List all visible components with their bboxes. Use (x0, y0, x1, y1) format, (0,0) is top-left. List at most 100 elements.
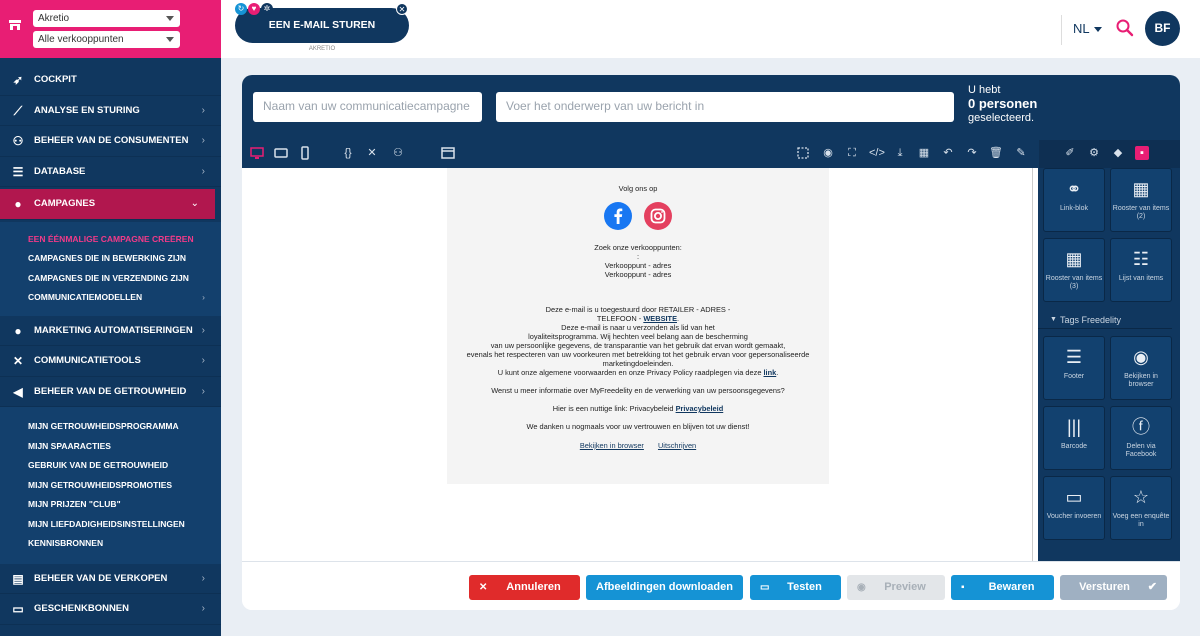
brush-icon[interactable]: ✐ (1063, 146, 1077, 160)
desktop-view-icon[interactable] (250, 146, 264, 160)
nav-marketing[interactable]: ● MARKETING AUTOMATISERINGEN › (0, 316, 221, 346)
eye-icon: ◉ (1133, 347, 1149, 367)
subject-input[interactable]: Voer het onderwerp van uw bericht in (496, 92, 954, 122)
submenu-item[interactable]: MIJN PRIJZEN "CLUB" (0, 495, 221, 515)
send-email-button[interactable]: EEN E-MAIL STUREN (235, 8, 409, 43)
store-select[interactable]: Akretio (33, 10, 180, 27)
link-icon: ⚭ (1066, 179, 1082, 199)
edit-icon[interactable]: ✎ (1014, 146, 1028, 160)
window-icon[interactable] (441, 146, 455, 160)
send-button[interactable]: Versturen ✔ (1060, 575, 1167, 600)
submenu-item[interactable]: COMMUNICATIEMODELLEN › (0, 288, 221, 308)
store-icon (8, 18, 22, 32)
nav-verkopen[interactable]: ▤ BEHEER VAN DE VERKOPEN › (0, 564, 221, 594)
sidebar: Akretio Alle verkooppunten ➶ COCKPIT ⟋ ANA… (0, 0, 221, 636)
block-view-browser[interactable]: ◉ Bekijken in browser (1110, 336, 1172, 400)
block-grid-3[interactable]: ▦ Rooster van items (3) (1043, 238, 1105, 302)
chevron-right-icon: › (201, 572, 205, 584)
tools-icon[interactable]: ✕ (365, 146, 379, 160)
clear-canvas-icon[interactable]: ▦ (917, 146, 931, 160)
block-voucher[interactable]: ▭ Voucher invoeren (1043, 476, 1105, 540)
block-survey[interactable]: ☆ Voeg een enquête in (1110, 476, 1172, 540)
unsubscribe-link[interactable]: Uitschrijven (658, 441, 696, 450)
block-link[interactable]: ⚭ Link-blok (1043, 168, 1105, 232)
download-icon[interactable]: ⤓ (893, 146, 907, 160)
tags-section-header[interactable]: ▼ Tags Freedelity (1038, 311, 1172, 329)
loyalty-submenu: MIJN GETROUWHEIDSPROGRAMMA MIJN SPAARACT… (0, 407, 221, 564)
cancel-button[interactable]: ✕ Annuleren (469, 575, 580, 600)
settings-icon[interactable]: ✲ (261, 3, 273, 15)
trash-icon[interactable]: 🗑 (989, 146, 1003, 160)
store-address: Verkooppunt - adres (604, 261, 672, 270)
submenu-item[interactable]: EEN ÉÉNMALIGE CAMPAGNE CREËREN (0, 230, 221, 250)
nav-database[interactable]: ☰ DATABASE › (0, 157, 221, 187)
submenu-item[interactable]: MIJN SPAARACTIES (0, 437, 221, 457)
facebook-icon[interactable] (603, 202, 632, 232)
view-in-browser-link[interactable]: Bekijken in browser (580, 441, 644, 450)
refresh-icon[interactable]: ↻ (235, 3, 247, 15)
block-facebook-share[interactable]: ⓕ Delen via Facebook (1110, 406, 1172, 470)
close-icon[interactable]: ✕ (396, 3, 408, 15)
block-list[interactable]: ☷ Lijst van items (1110, 238, 1172, 302)
eye-icon: ◉ (857, 582, 866, 593)
caret-down-icon[interactable] (1094, 27, 1102, 32)
code-braces-icon[interactable]: {} (341, 146, 355, 160)
nav-consumenten[interactable]: ⚇ BEHEER VAN DE CONSUMENTEN › (0, 126, 221, 157)
test-button[interactable]: ▭ Testen (750, 575, 841, 600)
select-area-icon[interactable] (796, 146, 810, 160)
code-icon[interactable]: </> (869, 146, 885, 160)
submenu-item[interactable]: KENNISBRONNEN (0, 534, 221, 554)
campaign-name-input[interactable]: Naam van uw communicatiecampagne (253, 92, 482, 122)
block-grid-2[interactable]: ▦ Rooster van items (2) (1110, 168, 1172, 232)
users-icon: ⚇ (12, 134, 24, 148)
submenu-item[interactable]: CAMPAGNES DIE IN VERZENDING ZIJN (0, 269, 221, 289)
chevron-down-icon: ⌄ (190, 198, 199, 209)
submenu-item[interactable]: MIJN LIEFDADIGHEIDSINSTELLINGEN (0, 515, 221, 535)
nav-campagnes[interactable]: ● CAMPAGNES ⌄ (0, 189, 215, 220)
ticket-icon: ▭ (1065, 487, 1083, 507)
eye-icon[interactable]: ◉ (821, 146, 835, 160)
submenu-item[interactable]: CAMPAGNES DIE IN BEWERKING ZIJN (0, 249, 221, 269)
legal-text: Deze e-mail is u toegestuurd door RETAIL… (466, 305, 810, 377)
stores-label: Zoek onze verkooppunten: (594, 243, 682, 252)
language-select[interactable]: NL (1073, 21, 1090, 36)
footer-icon: ☰ (1065, 347, 1083, 367)
facebook-icon: ⓕ (1132, 417, 1150, 437)
download-images-button[interactable]: Afbeeldingen downloaden (586, 575, 743, 600)
mobile-view-icon[interactable] (298, 146, 312, 160)
search-icon[interactable] (1115, 18, 1135, 38)
gear-icon[interactable]: ⚙ (1087, 146, 1101, 160)
policy-link[interactable]: link (764, 368, 777, 377)
pos-select[interactable]: Alle verkooppunten (33, 31, 180, 48)
star-icon: ☆ (1132, 487, 1150, 507)
layers-icon[interactable]: ◆ (1111, 146, 1125, 160)
submenu-item[interactable]: MIJN GETROUWHEIDSPROGRAMMA (0, 417, 221, 437)
save-button[interactable]: ▪ Bewaren (951, 575, 1054, 600)
users-icon[interactable]: ⚇ (391, 146, 405, 160)
comment-icon: ● (14, 197, 22, 211)
block-barcode[interactable]: ||| Barcode (1043, 406, 1105, 470)
blocks-icon[interactable]: ▪ (1135, 146, 1149, 160)
privacy-link[interactable]: Privacybeleid (676, 404, 724, 413)
nav-communicatietools[interactable]: ✕ COMMUNICATIETOOLS › (0, 346, 221, 377)
cash-register-icon: ▤ (12, 571, 24, 586)
tablet-view-icon[interactable] (274, 146, 288, 160)
nav-cockpit[interactable]: ➶ COCKPIT (0, 65, 221, 96)
grid-icon: ▦ (1132, 179, 1150, 199)
comments-icon: ● (14, 323, 22, 338)
undo-icon[interactable]: ↶ (941, 146, 955, 160)
divider (1061, 15, 1062, 45)
submenu-item[interactable]: GEBRUIK VAN DE GETROUWHEID (0, 456, 221, 476)
heart-icon[interactable]: ♥ (248, 3, 260, 15)
preview-button[interactable]: ◉ Preview (847, 575, 945, 600)
instagram-icon[interactable] (644, 202, 673, 232)
avatar[interactable]: BF (1145, 11, 1180, 46)
fullscreen-icon[interactable]: ⛶ (845, 146, 859, 160)
nav-geschenkbonnen[interactable]: ▭ GESCHENKBONNEN › (0, 594, 221, 625)
nav-getrouwheid[interactable]: ◀ BEHEER VAN DE GETROUWHEID › (0, 377, 221, 407)
redo-icon[interactable]: ↷ (965, 146, 979, 160)
website-link[interactable]: WEBSITE (643, 314, 677, 323)
block-footer[interactable]: ☰ Footer (1043, 336, 1105, 400)
nav-analyse[interactable]: ⟋ ANALYSE EN STURING › (0, 96, 221, 126)
submenu-item[interactable]: MIJN GETROUWHEIDSPROMOTIES (0, 476, 221, 496)
